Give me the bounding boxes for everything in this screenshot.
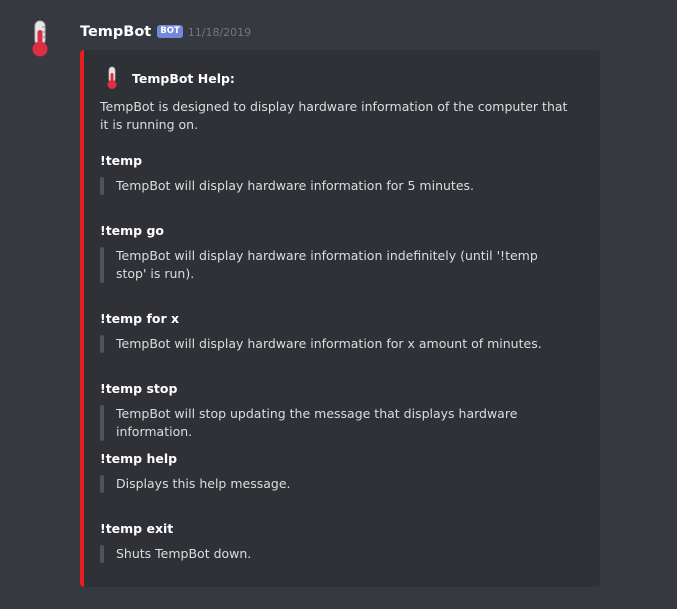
field-value: TempBot will stop updating the message t… <box>100 405 570 441</box>
field-name: !temp help <box>100 451 178 466</box>
field-value-text: Shuts TempBot down. <box>116 546 252 561</box>
avatar[interactable] <box>20 18 60 58</box>
field-value: TempBot will display hardware informatio… <box>100 247 570 283</box>
blockquote-bar <box>100 475 104 493</box>
field-value-text: TempBot will display hardware informatio… <box>116 336 542 351</box>
message-timestamp: 11/18/2019 <box>187 25 252 39</box>
embed: TempBot Help: TempBot is designed to dis… <box>80 50 600 587</box>
field-value: Shuts TempBot down. <box>100 545 570 563</box>
chat-message: TempBot BOT 11/18/2019 TempBot Help: Tem… <box>0 0 677 609</box>
field-name: !temp stop <box>100 381 178 396</box>
field-value-text: TempBot will display hardware informatio… <box>116 178 475 193</box>
field-value-text: TempBot will stop updating the message t… <box>116 406 518 439</box>
embed-author: TempBot Help: <box>101 66 235 90</box>
message-header: TempBot BOT 11/18/2019 <box>80 22 251 42</box>
blockquote-bar <box>100 177 104 195</box>
embed-author-name: TempBot Help: <box>132 70 235 86</box>
username[interactable]: TempBot <box>80 24 151 40</box>
field-value: TempBot will display hardware informatio… <box>100 335 570 353</box>
blockquote-bar <box>100 335 104 353</box>
field-name: !temp go <box>100 223 165 238</box>
field-name: !temp <box>100 153 143 168</box>
embed-accent-bar <box>80 50 84 587</box>
field-value-text: Displays this help message. <box>116 476 291 491</box>
field-name: !temp for x <box>100 311 180 326</box>
field-value-text: TempBot will display hardware informatio… <box>116 248 538 281</box>
field-value: TempBot will display hardware informatio… <box>100 177 570 195</box>
thermometer-icon <box>107 66 117 89</box>
field-name: !temp exit <box>100 521 174 536</box>
field-value: Displays this help message. <box>100 475 570 493</box>
embed-description: TempBot is designed to display hardware … <box>100 99 568 132</box>
blockquote-bar <box>100 247 104 283</box>
blockquote-bar <box>100 545 104 563</box>
thermometer-icon <box>32 20 48 57</box>
blockquote-bar <box>100 405 104 441</box>
bot-tag: BOT <box>157 24 183 38</box>
